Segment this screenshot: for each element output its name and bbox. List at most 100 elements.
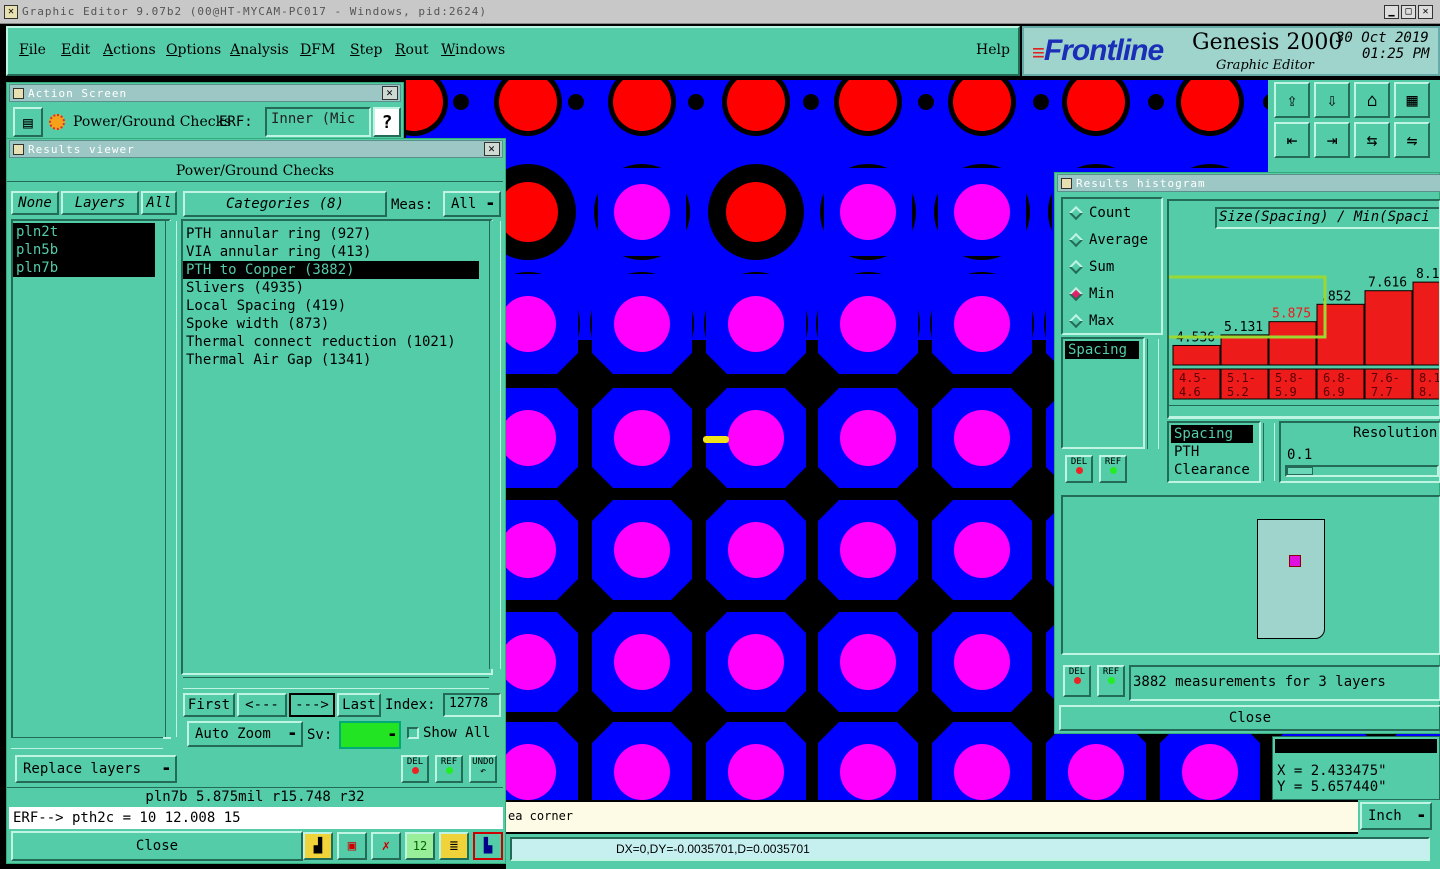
type-list: Spacing PTH Clearance	[1167, 421, 1261, 483]
index-field[interactable]: 12778	[443, 693, 501, 717]
results-viewer-header: Power/Ground Checks	[7, 161, 503, 182]
categories-vscroll[interactable]	[489, 221, 501, 669]
resolution-value: 0.1	[1287, 447, 1313, 463]
view-tool-7-icon[interactable]: ⇆	[1354, 122, 1390, 158]
bar-range-label: 5.1-	[1227, 371, 1256, 385]
measure-item[interactable]: Spacing	[1065, 341, 1139, 359]
tool-b-icon[interactable]: ▣	[337, 832, 367, 860]
menu-options[interactable]: Options	[166, 42, 221, 58]
meas-dropdown[interactable]: All ▬	[443, 191, 501, 217]
hist-del-button-2[interactable]: DEL	[1063, 665, 1091, 697]
all-layers-button[interactable]: All	[141, 191, 177, 215]
category-item[interactable]: PTH annular ring (927)	[183, 225, 479, 243]
close-window-button[interactable]: ✕	[1418, 5, 1433, 19]
menu-analysis[interactable]: Analysis	[230, 42, 289, 58]
category-item[interactable]: Thermal connect reduction (1021)	[183, 333, 479, 351]
first-button[interactable]: First	[183, 693, 235, 717]
category-item[interactable]: VIA annular ring (413)	[183, 243, 479, 261]
preview-panel	[1061, 495, 1440, 655]
xy-tool-icon[interactable]: ▦	[1394, 82, 1430, 118]
next-button[interactable]: --->	[289, 693, 335, 717]
menu-help[interactable]: Help	[976, 42, 1010, 58]
type-item[interactable]: Spacing	[1171, 425, 1253, 443]
tool-a-icon[interactable]: ▟	[303, 832, 333, 860]
layers-button[interactable]: Layers	[61, 191, 139, 215]
layers-vscroll[interactable]	[165, 221, 177, 737]
auto-zoom-dropdown[interactable]: Auto Zoom ▬	[187, 721, 303, 747]
board-marker	[1289, 555, 1301, 567]
none-button[interactable]: None	[11, 191, 59, 215]
chart-hscroll[interactable]	[1169, 405, 1439, 417]
ref-button[interactable]: REF	[435, 755, 463, 783]
pad	[614, 522, 670, 578]
tool-e-icon[interactable]: ≣	[439, 832, 469, 860]
summary-field: 3882 measurements for 3 layers	[1129, 665, 1440, 701]
hist-ref-button-2[interactable]: REF	[1097, 665, 1125, 697]
hist-ref-button[interactable]: REF	[1099, 455, 1127, 483]
meas-label: Meas:	[391, 197, 434, 213]
category-item[interactable]: Spoke width (873)	[183, 315, 479, 333]
show-all-checkbox[interactable]	[407, 727, 419, 739]
pad	[840, 296, 896, 352]
minimize-button[interactable]: ▁	[1384, 5, 1399, 19]
histogram-close-button[interactable]: Close	[1059, 705, 1440, 731]
category-item[interactable]: Local Spacing (419)	[183, 297, 479, 315]
category-item[interactable]: Slivers (4935)	[183, 279, 479, 297]
del-button[interactable]: DEL	[401, 755, 429, 783]
action-screen-icon[interactable]: ▤	[13, 107, 43, 137]
unit-dropdown[interactable]: Inch ▬	[1360, 802, 1432, 830]
type-vscroll[interactable]	[1263, 423, 1275, 481]
menu-actions[interactable]: Actions	[103, 42, 156, 58]
home-icon[interactable]: ⌂	[1354, 82, 1390, 118]
results-viewer-close-icon[interactable]: ✕	[484, 142, 500, 156]
menu-windows[interactable]: Windows	[441, 42, 505, 58]
hist-del-button[interactable]: DEL	[1065, 455, 1093, 483]
results-close-button[interactable]: Close	[11, 831, 303, 861]
view-tool-8-icon[interactable]: ⇋	[1394, 122, 1430, 158]
measure-vscroll[interactable]	[1147, 339, 1159, 449]
mode-count-radio[interactable]: Count	[1063, 199, 1161, 226]
prev-button[interactable]: <---	[237, 693, 287, 717]
sv-color-dropdown[interactable]: ▬	[339, 721, 401, 749]
mode-min-radio[interactable]: Min	[1063, 280, 1161, 307]
pad	[500, 296, 556, 352]
resolution-slider[interactable]	[1285, 465, 1439, 477]
type-item[interactable]: PTH	[1171, 443, 1253, 461]
layer-item[interactable]: pln2t	[13, 223, 155, 241]
menu-rout[interactable]: Rout	[395, 42, 429, 58]
categories-button[interactable]: Categories (8)	[183, 191, 387, 217]
menu-file[interactable]: File	[19, 42, 46, 58]
layer-item[interactable]: pln7b	[13, 259, 155, 277]
categories-hscroll[interactable]	[183, 677, 489, 689]
category-item[interactable]: Thermal Air Gap (1341)	[183, 351, 479, 369]
mode-sum-radio[interactable]: Sum	[1063, 253, 1161, 280]
tool-c-icon[interactable]: ✗	[371, 832, 401, 860]
view-tool-5-icon[interactable]: ⇤	[1274, 122, 1310, 158]
layer-item[interactable]: pln5b	[13, 241, 155, 259]
help-button[interactable]: ?	[373, 107, 401, 137]
menu-step[interactable]: Step	[350, 42, 382, 58]
erf-field[interactable]: Inner (Mic	[265, 107, 371, 137]
view-tool-2-icon[interactable]: ⇩	[1314, 82, 1350, 118]
mode-average-radio[interactable]: Average	[1063, 226, 1161, 253]
pad	[500, 522, 556, 578]
mode-max-radio[interactable]: Max	[1063, 307, 1161, 334]
layers-hscroll[interactable]	[11, 737, 163, 749]
chart-area: Size(Spacing) / Min(Spaci 4.536 4.5- 4.6 5.…	[1167, 199, 1440, 419]
menu-edit[interactable]: Edit	[61, 42, 90, 58]
bar-value-label: 5.131	[1224, 320, 1263, 335]
replace-layers-dropdown[interactable]: Replace layers ▬	[15, 755, 177, 783]
view-tool-6-icon[interactable]: ⇥	[1314, 122, 1350, 158]
histogram-icon[interactable]: ▙	[473, 832, 503, 860]
menu-dfm[interactable]: DFM	[300, 42, 335, 58]
pad	[954, 522, 1010, 578]
maximize-button[interactable]: □	[1401, 5, 1416, 19]
last-button[interactable]: Last	[337, 693, 381, 717]
tool-d-icon[interactable]: 12	[405, 832, 435, 860]
action-screen-close-icon[interactable]: ✕	[382, 86, 398, 100]
type-item[interactable]: Clearance	[1171, 461, 1253, 479]
category-item[interactable]: PTH to Copper (3882)	[183, 261, 479, 279]
undo-button[interactable]: UNDO ↶	[469, 755, 497, 783]
pad	[954, 744, 1010, 800]
view-tool-1-icon[interactable]: ⇪	[1274, 82, 1310, 118]
